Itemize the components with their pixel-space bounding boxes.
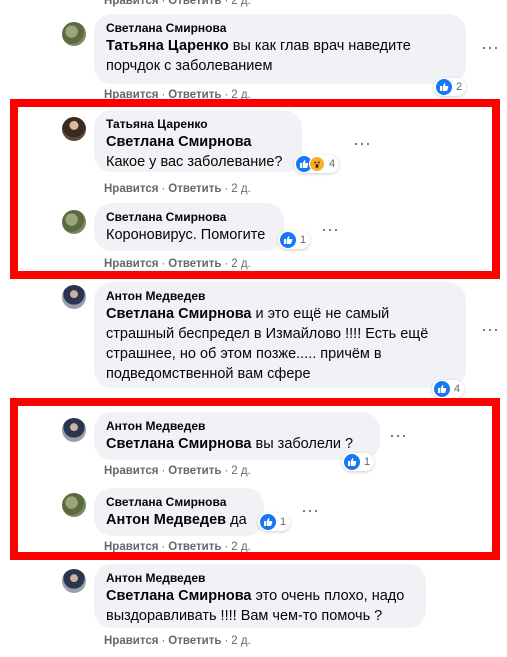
reaction-count[interactable]: 4 <box>432 380 465 398</box>
reaction-count[interactable]: 1 <box>342 453 375 471</box>
like-action[interactable]: Нравится <box>104 465 158 477</box>
more-dots-icon[interactable]: ··· <box>318 220 342 244</box>
avatar[interactable] <box>62 285 86 309</box>
reply-action[interactable]: Ответить <box>168 183 221 195</box>
reaction-count[interactable]: 2 <box>434 78 467 96</box>
comment-author[interactable]: Светлана Смирнова <box>106 210 272 225</box>
reply-action[interactable]: Ответить <box>168 89 221 101</box>
reaction-count[interactable]: 1 <box>258 513 291 531</box>
comment-bubble: Татьяна Царенко Светлана Смирнова Какое … <box>94 110 302 172</box>
comment-bubble: Антон Медведев Светлана Смирнова и это е… <box>94 282 466 388</box>
reply-action[interactable]: Ответить <box>168 258 221 270</box>
like-action[interactable]: Нравится <box>104 541 158 553</box>
comment-actions: Нравится · Ответить · 2 д. <box>104 183 251 195</box>
like-icon <box>280 232 296 248</box>
comment-actions: Нравится · Ответить · 2 д. <box>104 541 251 553</box>
reply-action[interactable]: Ответить <box>168 541 221 553</box>
comment-bubble: Антон Медведев Светлана Смирнова это оче… <box>94 564 426 628</box>
mention-link[interactable]: Светлана Смирнова <box>106 588 251 604</box>
reply-action[interactable]: Ответить <box>168 0 221 7</box>
mention-link[interactable]: Светлана Смирнова <box>106 306 251 322</box>
comment-actions: Нравится · Ответить · 2 д. <box>104 89 251 101</box>
mention-link[interactable]: Светлана Смирнова <box>106 132 290 152</box>
reply-action[interactable]: Ответить <box>168 465 221 477</box>
comment-author[interactable]: Антон Медведев <box>106 571 414 586</box>
comment-actions: Нравится · Ответить · 2 д. <box>104 465 251 477</box>
avatar[interactable] <box>62 117 86 141</box>
more-dots-icon[interactable]: ··· <box>298 501 322 525</box>
like-action[interactable]: Нравится <box>104 0 158 7</box>
reaction-count[interactable]: 1 <box>278 231 311 249</box>
more-dots-icon[interactable]: ··· <box>478 320 502 344</box>
comment-author[interactable]: Антон Медведев <box>106 289 454 304</box>
comment-bubble: Антон Медведев Светлана Смирнова вы забо… <box>94 412 380 460</box>
avatar[interactable] <box>62 210 86 234</box>
comment-bubble: Светлана Смирнова Антон Медведев да <box>94 488 264 536</box>
avatar[interactable] <box>62 569 86 593</box>
like-action[interactable]: Нравится <box>104 183 158 195</box>
comment-author[interactable]: Светлана Смирнова <box>106 495 252 510</box>
comment-actions: Нравится · Ответить · 2 д. <box>104 635 251 647</box>
wow-icon <box>309 156 325 172</box>
comment-bubble: Светлана Смирнова Татьяна Царенко вы как… <box>94 14 466 84</box>
comment-author[interactable]: Светлана Смирнова <box>106 21 454 36</box>
comment-author[interactable]: Татьяна Царенко <box>106 117 290 132</box>
reply-action[interactable]: Ответить <box>168 635 221 647</box>
like-icon <box>434 381 450 397</box>
more-dots-icon[interactable]: ··· <box>478 38 502 62</box>
comment-0-actions-partial: Нравится · Ответить · 2 д. <box>104 0 251 8</box>
like-action[interactable]: Нравится <box>104 89 158 101</box>
like-icon <box>260 514 276 530</box>
avatar[interactable] <box>62 493 86 517</box>
reaction-count[interactable]: 4 <box>294 155 340 173</box>
like-action[interactable]: Нравится <box>104 258 158 270</box>
mention-link[interactable]: Антон Медведев <box>106 512 226 528</box>
mention-link[interactable]: Татьяна Царенко <box>106 38 229 54</box>
mention-link[interactable]: Светлана Смирнова <box>106 436 251 452</box>
comment-author[interactable]: Антон Медведев <box>106 419 368 434</box>
more-dots-icon[interactable]: ··· <box>386 426 410 450</box>
avatar[interactable] <box>62 418 86 442</box>
like-icon <box>436 79 452 95</box>
like-action[interactable]: Нравится <box>104 635 158 647</box>
comment-actions: Нравится · Ответить · 2 д. <box>104 258 251 270</box>
like-icon <box>344 454 360 470</box>
comment-bubble: Светлана Смирнова Короновирус. Помогите <box>94 203 284 251</box>
more-dots-icon[interactable]: ··· <box>350 134 374 158</box>
avatar[interactable] <box>62 22 86 46</box>
